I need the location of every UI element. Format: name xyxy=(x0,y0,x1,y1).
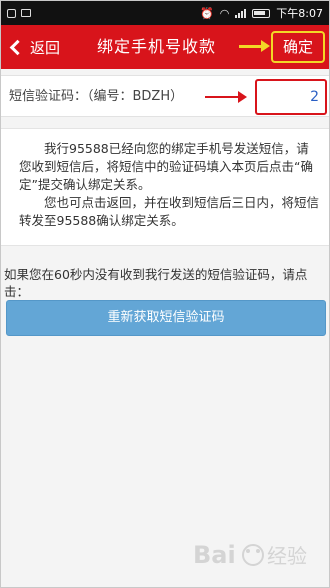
annotation-arrow-red xyxy=(205,91,247,103)
title-bar: 返回 绑定手机号收款 确定 xyxy=(1,25,329,69)
resend-hint: 如果您在60秒内没有收到我行发送的短信验证码，请点击： xyxy=(4,267,308,299)
info-box: 我行95588已经向您的绑定手机号发送短信，请您收到短信后，将短信中的验证码填入… xyxy=(1,128,329,246)
alarm-icon: ⏰ xyxy=(199,6,214,20)
image-notification-icon xyxy=(21,9,31,17)
system-icons: ⏰ ◠ 下午8:07 xyxy=(200,5,323,21)
page-title: 绑定手机号收款 xyxy=(97,37,217,56)
back-button[interactable]: 返回 xyxy=(1,25,60,69)
sms-code-input[interactable] xyxy=(255,79,327,115)
notification-icon xyxy=(7,8,16,18)
phone-screen: ⏰ ◠ 下午8:07 返回 绑定手机号收款 确定 短信验证码：（编号：BDZH）… xyxy=(0,0,330,588)
sms-code-label: 短信验证码：（编号：BDZH） xyxy=(9,89,184,104)
resend-code-button[interactable]: 重新获取短信验证码 xyxy=(6,300,326,336)
info-paragraph-1: 我行95588已经向您的绑定手机号发送短信，请您收到短信后，将短信中的验证码填入… xyxy=(19,141,313,192)
wifi-icon: ◠ xyxy=(219,6,230,20)
sms-code-row: 短信验证码：（编号：BDZH） xyxy=(1,75,329,117)
notification-icons xyxy=(7,8,31,18)
confirm-button[interactable]: 确定 xyxy=(271,31,325,63)
baidu-watermark-logo: Bai 经验 xyxy=(193,541,307,569)
annotation-arrow-yellow xyxy=(239,40,270,52)
status-bar: ⏰ ◠ 下午8:07 xyxy=(1,1,329,25)
svg-text:Bai: Bai xyxy=(193,541,236,569)
status-time: 下午8:07 xyxy=(276,7,323,20)
chevron-left-icon xyxy=(9,39,26,55)
info-paragraph-2: 您也可点击返回，并在收到短信后三日内，将短信转发至95588确认绑定关系。 xyxy=(19,195,320,228)
svg-text:经验: 经验 xyxy=(267,544,307,568)
back-button-label: 返回 xyxy=(30,38,61,57)
signal-icon xyxy=(235,8,247,18)
battery-icon xyxy=(252,8,271,18)
